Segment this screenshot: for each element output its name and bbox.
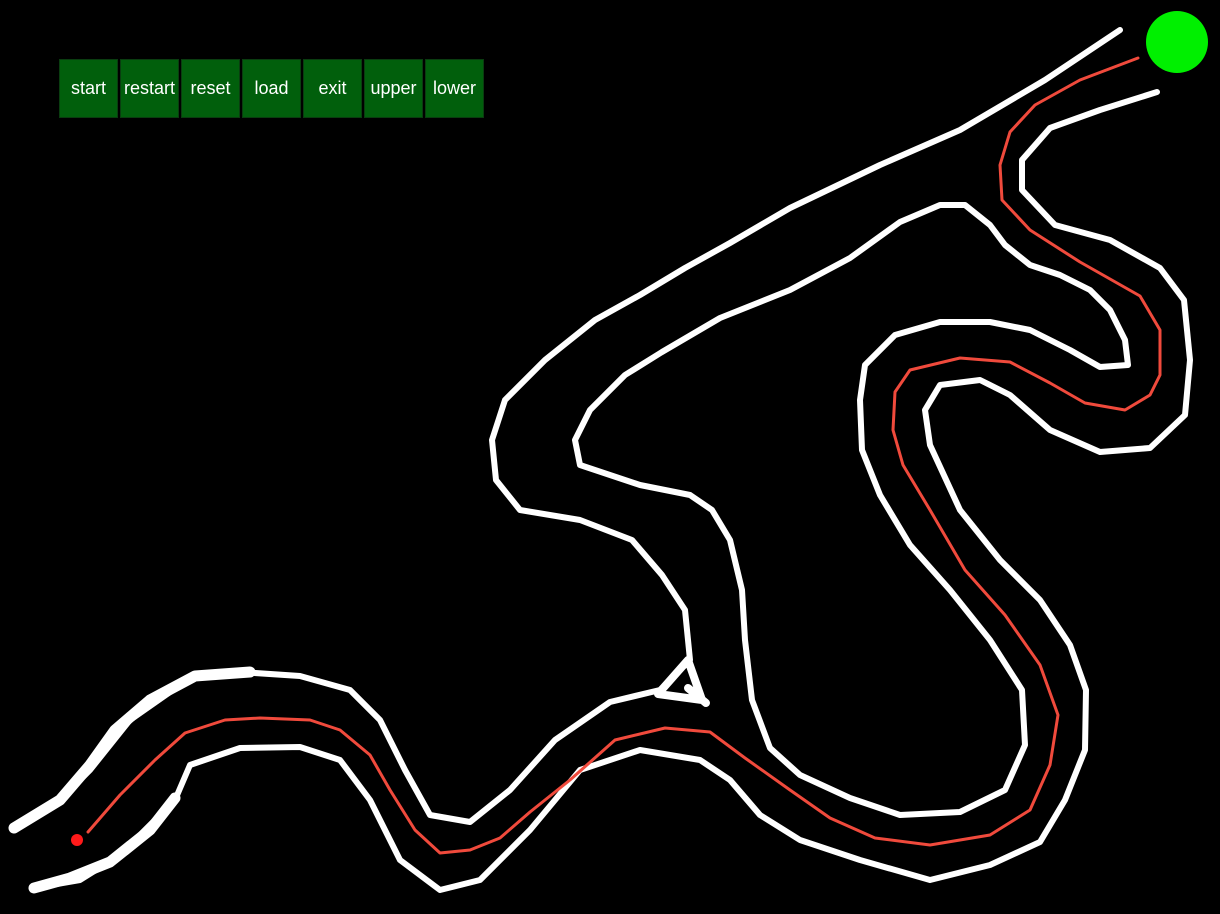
load-button[interactable]: load bbox=[242, 59, 301, 118]
junction-knot bbox=[654, 656, 710, 707]
inner-island-wall bbox=[572, 202, 1131, 818]
upper-button[interactable]: upper bbox=[364, 59, 423, 118]
upper-wall-rough bbox=[8, 666, 256, 834]
start-dot bbox=[71, 834, 83, 846]
track-canvas[interactable] bbox=[0, 0, 1220, 914]
control-toolbar: start restart reset load exit upper lowe… bbox=[59, 59, 484, 118]
goal-circle bbox=[1146, 11, 1208, 73]
solution-path bbox=[86, 56, 1162, 855]
exit-button[interactable]: exit bbox=[303, 59, 362, 118]
lower-button[interactable]: lower bbox=[425, 59, 484, 118]
restart-button[interactable]: restart bbox=[120, 59, 179, 118]
upper-wall bbox=[11, 27, 1123, 831]
reset-button[interactable]: reset bbox=[181, 59, 240, 118]
start-button[interactable]: start bbox=[59, 59, 118, 118]
